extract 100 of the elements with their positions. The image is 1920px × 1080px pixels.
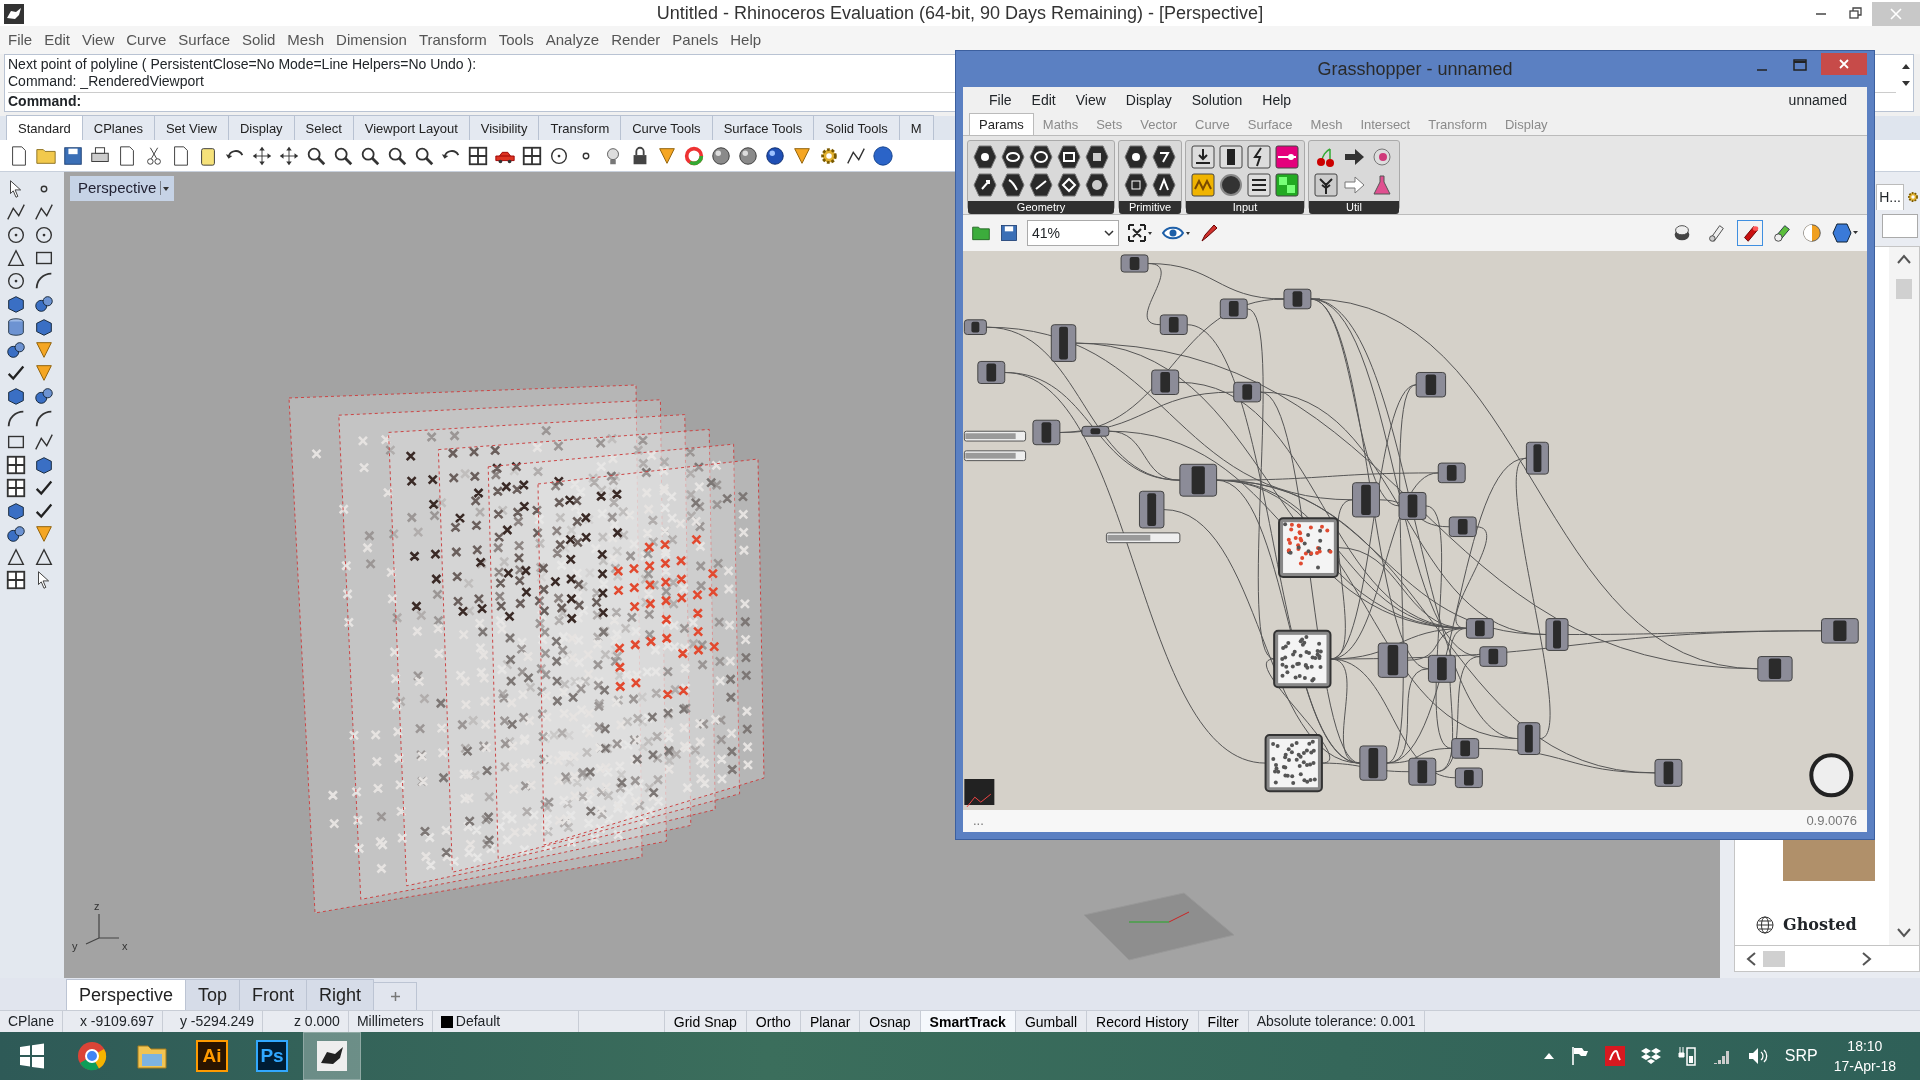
grid-icon[interactable] (5, 477, 27, 499)
component-node[interactable] (1525, 441, 1549, 475)
cone-icon[interactable] (33, 523, 55, 545)
menu-item[interactable]: Curve (120, 28, 173, 52)
menu-item[interactable]: Edit (1021, 89, 1066, 111)
menu-item[interactable]: Dimension (330, 28, 413, 52)
triangle-icon[interactable] (5, 247, 27, 269)
component-node[interactable] (1757, 656, 1793, 682)
component-node[interactable] (1427, 654, 1456, 683)
hexagon-icon[interactable] (1029, 173, 1053, 197)
zoom-dropdown[interactable]: 41% (1027, 220, 1119, 246)
panel-label[interactable]: Input (1186, 201, 1304, 214)
toolbar-tab[interactable]: Select (293, 114, 354, 140)
triangle-icon[interactable] (33, 546, 55, 568)
toolbar-tab[interactable]: Visibility (468, 114, 540, 140)
panel-label[interactable]: Util (1309, 201, 1399, 214)
battery-icon[interactable] (1676, 1045, 1697, 1067)
box-icon[interactable] (5, 500, 27, 522)
number-slider[interactable] (963, 430, 1027, 442)
pen-icon[interactable] (1199, 223, 1219, 243)
toolbar-tab[interactable]: Set View (153, 114, 229, 140)
slider-icon[interactable] (1275, 145, 1299, 169)
checker-icon[interactable] (1275, 173, 1299, 197)
component-tab[interactable]: Params (969, 112, 1034, 135)
image-preview-node[interactable] (1264, 733, 1323, 793)
toolbar-tab[interactable]: Solid Tools (813, 114, 900, 140)
component-node[interactable] (1451, 738, 1480, 759)
toggle-icon[interactable] (1219, 145, 1243, 169)
component-node[interactable] (1179, 463, 1218, 497)
scroll-down-icon[interactable] (1896, 927, 1912, 939)
toolbar-tab[interactable]: Display (228, 114, 295, 140)
component-node[interactable] (1821, 618, 1859, 644)
hexagon-icon[interactable] (1124, 145, 1148, 169)
clock-time[interactable]: 18:10 (1847, 1036, 1883, 1056)
menu-item[interactable]: Solid (236, 28, 282, 52)
menu-item[interactable]: Mesh (281, 28, 331, 52)
scroll-up-icon[interactable] (1896, 253, 1912, 265)
box-icon[interactable] (5, 293, 27, 315)
zoom-extents-icon[interactable] (1127, 223, 1153, 243)
input-field[interactable] (1882, 214, 1918, 238)
component-node[interactable] (1415, 371, 1447, 398)
number-slider[interactable] (1105, 532, 1181, 544)
command-prompt[interactable]: Command: (8, 93, 82, 109)
menu-item[interactable]: View (1065, 89, 1116, 111)
component-node[interactable] (1151, 369, 1180, 395)
add-tab-icon[interactable] (389, 991, 401, 1002)
color-wheel-icon[interactable] (683, 144, 705, 167)
spheres-icon[interactable] (33, 293, 55, 315)
lightning-icon[interactable] (1247, 145, 1271, 169)
component-node[interactable] (963, 319, 987, 335)
show-hidden-icons-icon[interactable] (1542, 1052, 1555, 1060)
scrollbar-thumb[interactable] (1763, 950, 1785, 967)
component-node[interactable] (1032, 419, 1061, 446)
half-sphere-icon[interactable] (1801, 222, 1823, 244)
status-toggle[interactable]: SmartTrack (920, 1011, 1016, 1032)
hexagon-icon[interactable] (1124, 173, 1148, 197)
triangle-icon[interactable] (5, 546, 27, 568)
component-node[interactable] (1219, 298, 1248, 320)
preview-mode-button[interactable] (1737, 220, 1763, 246)
grid-icon[interactable] (5, 569, 27, 591)
tray-app-icon[interactable] (1604, 1046, 1625, 1066)
component-node[interactable] (1120, 254, 1149, 273)
input-language[interactable]: SRP (1784, 1044, 1818, 1068)
panel-label[interactable]: Primitive (1119, 201, 1181, 214)
panel-label[interactable]: Geometry (968, 201, 1114, 214)
scroll-left-icon[interactable] (1745, 950, 1757, 967)
hexagon-icon[interactable] (1085, 145, 1109, 169)
circle-icon[interactable] (5, 270, 27, 292)
toolbar-tab[interactable]: Surface Tools (711, 114, 815, 140)
menu-item[interactable]: View (76, 28, 121, 52)
hexagon-icon[interactable] (1152, 173, 1176, 197)
component-node[interactable] (1517, 722, 1541, 755)
move-arrows-icon[interactable] (278, 144, 300, 167)
grid-icon[interactable] (521, 144, 543, 167)
zigzag-icon[interactable] (1191, 173, 1215, 197)
taskbar-button[interactable]: Ai (184, 1033, 240, 1079)
image-preview-node[interactable] (1273, 629, 1332, 689)
component-node[interactable] (1377, 642, 1409, 678)
list-icon[interactable] (1247, 173, 1271, 197)
viewport-tab[interactable]: Right (306, 979, 375, 1010)
component-node[interactable] (1283, 288, 1312, 310)
hexagon-icon[interactable] (1001, 173, 1025, 197)
layer-name[interactable]: Default (455, 1011, 501, 1032)
circle-icon[interactable] (1219, 173, 1243, 197)
hexagon-icon[interactable] (1057, 145, 1081, 169)
component-node[interactable] (1233, 381, 1262, 403)
component-node[interactable] (1138, 490, 1165, 529)
menu-item[interactable]: Panels (666, 28, 725, 52)
component-node[interactable] (1159, 314, 1188, 335)
cone-icon[interactable] (33, 339, 55, 361)
circle-icon[interactable] (5, 224, 27, 246)
panel-tab[interactable]: H... (1876, 184, 1904, 210)
toolbar-tab[interactable]: Transform (538, 114, 622, 140)
hexagon-icon[interactable] (1057, 173, 1081, 197)
clock-date[interactable]: 17-Apr-18 (1833, 1056, 1896, 1076)
component-node[interactable] (1465, 618, 1494, 639)
component-node[interactable] (1352, 482, 1380, 518)
hexagon-icon[interactable] (1001, 145, 1025, 169)
save-icon[interactable] (999, 223, 1019, 243)
toolbar-tab[interactable]: Viewport Layout (352, 114, 470, 140)
